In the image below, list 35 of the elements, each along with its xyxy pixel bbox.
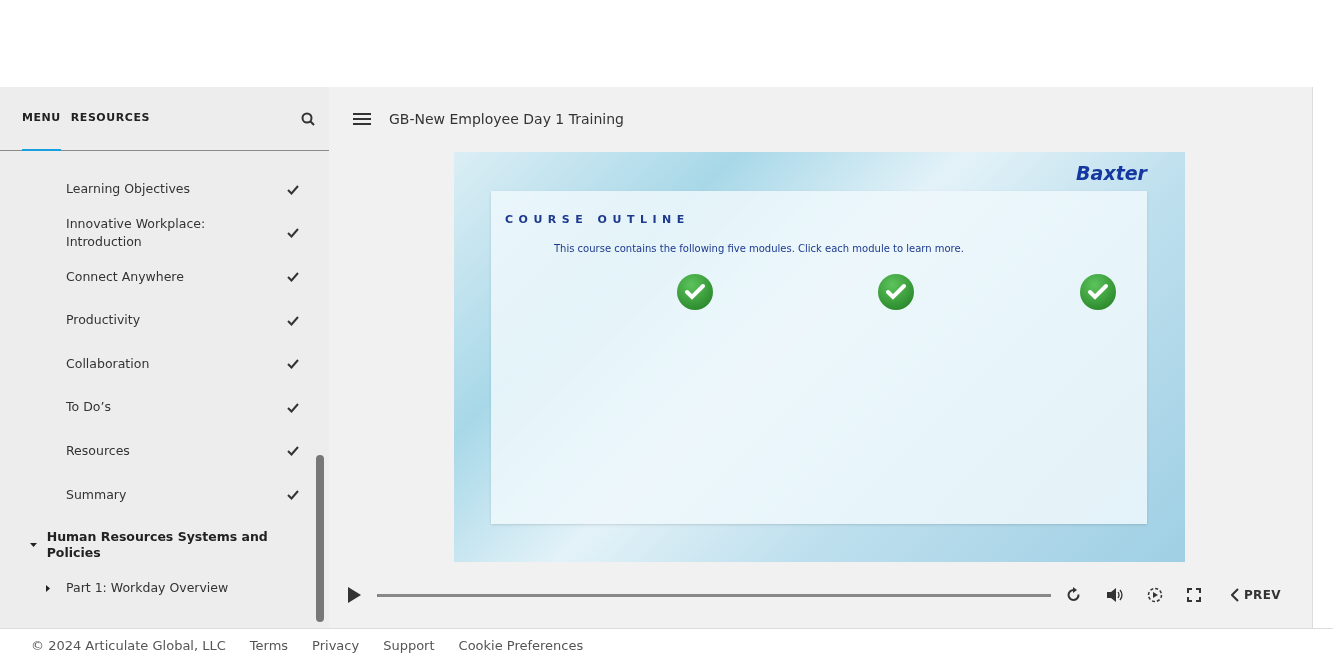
lesson-item[interactable]: Learning Objectives bbox=[66, 180, 283, 200]
module-check-icon[interactable] bbox=[677, 274, 713, 310]
section-item[interactable]: Human Resources Systems and Policies bbox=[46, 528, 269, 561]
prev-button[interactable]: PREV bbox=[1231, 586, 1281, 604]
lesson-item[interactable]: To Do’s bbox=[66, 398, 283, 418]
footer-link[interactable]: Support bbox=[383, 636, 435, 656]
slide-intro: This course contains the following five modules. Click each module to learn more. bbox=[554, 242, 964, 256]
search-icon[interactable] bbox=[301, 111, 315, 126]
play-icon[interactable] bbox=[347, 587, 361, 603]
chevron-left-icon bbox=[1231, 588, 1239, 602]
replay-icon[interactable] bbox=[1067, 587, 1081, 603]
lesson-item[interactable]: Productivity bbox=[66, 311, 283, 330]
fullscreen-icon[interactable] bbox=[1187, 588, 1201, 602]
logo: Baxter bbox=[1076, 161, 1147, 186]
progress-track[interactable] bbox=[377, 593, 1051, 597]
lesson-item[interactable]: Summary bbox=[66, 485, 283, 505]
lesson-item[interactable]: Resources bbox=[66, 442, 283, 461]
volume-icon[interactable] bbox=[1107, 588, 1123, 602]
lesson-item[interactable]: Collaboration bbox=[66, 354, 283, 374]
module-check-icon[interactable] bbox=[1080, 274, 1116, 310]
copyright-text: © 2024 Articulate Global, LLC bbox=[31, 637, 226, 656]
menu-tab[interactable]: MENU bbox=[22, 87, 61, 151]
menu-tab[interactable]: RESOURCES bbox=[70, 87, 150, 151]
module-check-icon[interactable] bbox=[878, 274, 914, 310]
footer-link[interactable]: Terms bbox=[249, 636, 289, 656]
playback-speed-icon[interactable] bbox=[1147, 587, 1163, 603]
scrollbar[interactable] bbox=[316, 455, 324, 622]
course-title: GB-New Employee Day 1 Training bbox=[389, 109, 624, 129]
menu-icon[interactable] bbox=[353, 113, 371, 125]
lesson-item[interactable]: Connect Anywhere bbox=[66, 267, 283, 287]
lesson-item[interactable]: Innovative Workplace: Introduction bbox=[66, 214, 283, 253]
footer-link[interactable]: Privacy bbox=[312, 636, 360, 656]
footer-link[interactable]: Cookie Preferences bbox=[458, 636, 584, 656]
lesson-item[interactable]: Part 1: Workday Overview bbox=[66, 579, 229, 599]
slide-heading: COURSE OUTLINE bbox=[505, 212, 690, 228]
